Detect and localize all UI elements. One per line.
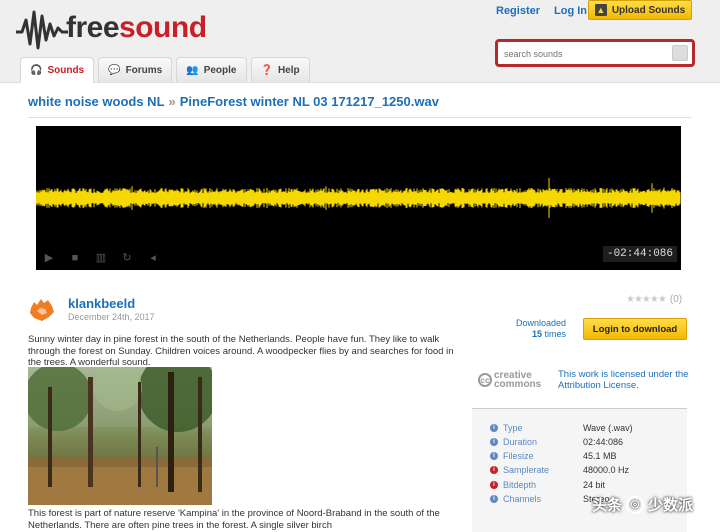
- download-count[interactable]: Downloaded 15 times: [508, 318, 566, 340]
- info-row-filesize: i Filesize 45.1 MB: [490, 450, 617, 462]
- login-to-download-button[interactable]: Login to download: [583, 318, 687, 340]
- people-icon: 👥: [186, 64, 199, 76]
- time-remaining: -02:44:086: [602, 246, 677, 262]
- info-icon: i: [490, 466, 498, 474]
- watermark: 头条 ◎ 少数派: [592, 495, 694, 514]
- sound-photo: [28, 367, 212, 505]
- account-links: Register Log In: [496, 3, 601, 19]
- site-header: freesound Register Log In ▲ Upload Sound…: [0, 0, 720, 83]
- waveform-path: [36, 178, 681, 218]
- info-icon: i: [490, 424, 498, 432]
- upload-date: December 24th, 2017: [68, 312, 155, 322]
- rating-count: (0): [669, 294, 683, 305]
- cc-icon: cc: [478, 373, 492, 387]
- info-icon: i: [490, 452, 498, 460]
- breadcrumb: white noise woods NL» PineForest winter N…: [28, 94, 439, 109]
- tab-sounds[interactable]: 🎧 Sounds: [20, 57, 95, 83]
- info-row-duration: i Duration 02:44:086: [490, 436, 623, 448]
- rating[interactable]: ★★★★★ (0): [626, 294, 682, 305]
- watermark-logo-icon: ◎: [626, 495, 645, 514]
- freesound-logo[interactable]: freesound: [16, 6, 207, 50]
- upload-arrow-icon: ▲: [594, 4, 607, 16]
- license-text[interactable]: This work is licensed under the Attribut…: [558, 369, 698, 391]
- info-row-type: i Type Wave (.wav): [490, 422, 633, 434]
- upload-sounds-button[interactable]: ▲ Upload Sounds: [588, 0, 692, 20]
- headphones-icon: 🎧: [30, 65, 43, 76]
- info-row-samplerate: i Samplerate 48000.0 Hz: [490, 464, 629, 476]
- tab-forums[interactable]: 💬 Forums: [98, 57, 173, 82]
- info-icon: i: [490, 481, 498, 489]
- user-avatar[interactable]: [28, 296, 56, 324]
- register-link[interactable]: Register: [496, 5, 540, 17]
- info-icon: i: [490, 495, 498, 503]
- sound-description-continued: This forest is part of nature reserve 'K…: [28, 508, 440, 531]
- search-input[interactable]: [502, 45, 676, 63]
- breadcrumb-pack-link[interactable]: white noise woods NL: [28, 94, 165, 109]
- title-divider: [28, 117, 691, 118]
- help-icon: ❓: [260, 64, 273, 76]
- stop-icon[interactable]: ■: [62, 252, 88, 264]
- player-controls: ▶ ■ ▥ ↻ ◂: [36, 245, 171, 270]
- username-link[interactable]: klankbeeld: [68, 296, 135, 311]
- creative-commons-logo[interactable]: cc creative commons: [478, 371, 541, 390]
- info-icon: i: [490, 438, 498, 446]
- play-icon[interactable]: ▶: [36, 251, 62, 264]
- main-nav-tabs: 🎧 Sounds 💬 Forums 👥 People ❓ Help: [20, 57, 314, 83]
- info-row-channels: i Channels Stereo: [490, 493, 610, 505]
- search-icon[interactable]: [672, 45, 688, 61]
- search-box: [495, 39, 695, 67]
- speech-bubble-icon: 💬: [108, 64, 121, 76]
- star-icon[interactable]: ★★★★★: [626, 294, 667, 305]
- breadcrumb-separator: »: [168, 94, 176, 109]
- waveform-logo-icon: [16, 10, 68, 50]
- breadcrumb-sound-link[interactable]: PineForest winter NL 03 171217_1250.wav: [180, 94, 439, 109]
- download-count-number: 15: [531, 329, 542, 339]
- logo-text: freesound: [66, 11, 207, 44]
- spectrogram-icon[interactable]: ▥: [88, 251, 114, 264]
- login-link[interactable]: Log In: [554, 5, 587, 17]
- info-row-bitdepth: i Bitdepth 24 bit: [490, 479, 605, 491]
- audio-player[interactable]: ▶ ■ ▥ ↻ ◂ -02:44:086: [36, 126, 681, 270]
- loop-icon[interactable]: ↻: [114, 251, 140, 264]
- volume-icon[interactable]: ◂: [140, 251, 166, 264]
- tab-people[interactable]: 👥 People: [176, 57, 247, 82]
- sound-description: Sunny winter day in pine forest in the s…: [28, 334, 454, 368]
- tab-help[interactable]: ❓ Help: [250, 57, 310, 82]
